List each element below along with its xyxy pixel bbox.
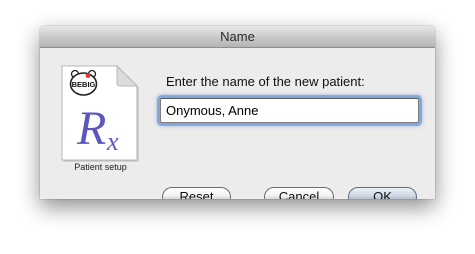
svg-text:BEBIG: BEBIG	[72, 80, 96, 89]
bebig-logo-icon: BEBIG	[69, 69, 98, 96]
svg-text:x: x	[106, 127, 119, 156]
reset-button[interactable]: Reset	[162, 187, 231, 199]
window-title: Name	[220, 29, 255, 44]
svg-text:R: R	[76, 102, 106, 155]
ok-button[interactable]: OK	[348, 187, 417, 199]
patient-name-input[interactable]	[166, 101, 411, 120]
patient-setup-document-icon: BEBIG R x Patient setup	[57, 62, 144, 177]
cancel-button[interactable]: Cancel	[264, 187, 334, 199]
prompt-label: Enter the name of the new patient:	[166, 74, 365, 89]
name-dialog-window: Name BEBIG R x Patient setup Enter the n…	[40, 26, 435, 199]
document-icon: BEBIG R x	[61, 64, 139, 162]
dialog-content: BEBIG R x Patient setup Enter the name o…	[40, 48, 435, 199]
patient-name-field[interactable]	[160, 98, 419, 123]
title-bar[interactable]: Name	[40, 26, 435, 48]
icon-caption: Patient setup	[74, 162, 127, 172]
